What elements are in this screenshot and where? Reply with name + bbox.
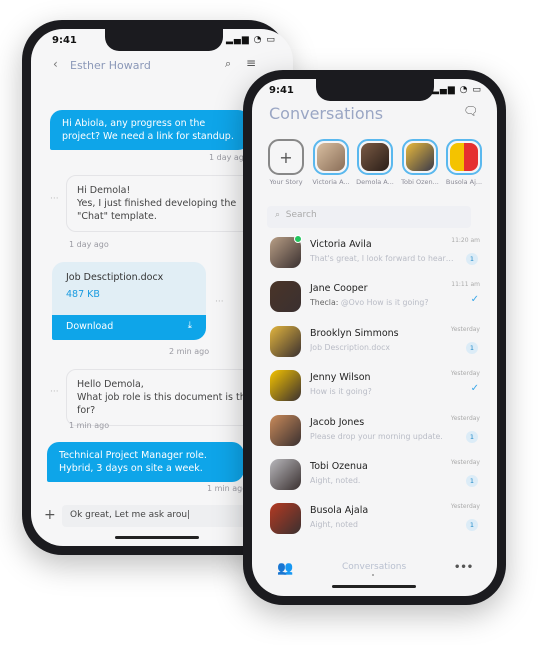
unread-badge: 1: [466, 431, 478, 443]
more-icon[interactable]: ···: [50, 387, 59, 397]
message-out: Technical Project Manager role. Hybrid, 3…: [47, 442, 244, 482]
conversation-row[interactable]: Tobi Ozenua Aight, noted. Yesterday 1: [270, 459, 480, 499]
message-input[interactable]: Ok great, Let me ask arou|: [62, 505, 262, 527]
file-size: 487 KB: [66, 289, 100, 300]
users-icon[interactable]: 👥: [277, 561, 293, 576]
message-preview: Aight, noted: [310, 520, 358, 529]
story-label: Busola Aj...: [445, 178, 483, 186]
timestamp: 2 min ago: [169, 347, 210, 356]
avatar: [270, 281, 301, 312]
plus-icon: +: [279, 148, 293, 167]
message-in: Hi Demola! Yes, I just finished developin…: [66, 175, 266, 232]
contact-name: Jane Cooper: [310, 283, 368, 294]
story-item[interactable]: [402, 139, 438, 175]
story-item[interactable]: [357, 139, 393, 175]
status-time: 9:41: [52, 35, 77, 46]
story-item[interactable]: [313, 139, 349, 175]
story-label: Tobi Ozen...: [401, 178, 439, 186]
message-preview: Please drop your morning update.: [310, 432, 443, 441]
status-icons: ▂▄▆ ◔ ▭: [226, 35, 276, 45]
message-time: Yesterday: [450, 459, 480, 466]
read-check-icon: ✓: [470, 383, 479, 394]
download-icon: ⤓: [187, 320, 192, 331]
unread-badge: 1: [466, 253, 478, 265]
message-time: Yesterday: [450, 503, 480, 510]
avatar: [270, 503, 301, 534]
online-indicator: [294, 235, 302, 243]
more-icon[interactable]: ···: [50, 194, 59, 204]
conversation-row[interactable]: Jacob Jones Please drop your morning upda…: [270, 415, 480, 455]
story-label: Demola A...: [356, 178, 394, 186]
hamburger-icon[interactable]: ≡: [246, 56, 256, 70]
page-title: Conversations: [269, 104, 384, 123]
add-story-button[interactable]: +: [268, 139, 304, 175]
search-icon: ⌕: [275, 210, 281, 220]
back-icon[interactable]: ‹: [53, 57, 58, 71]
contact-name: Jenny Wilson: [310, 372, 371, 383]
message-time: 11:11 am: [451, 281, 480, 288]
contact-name: Brooklyn Simmons: [310, 328, 399, 339]
message-preview: That's great, I look forward to hearing …: [310, 254, 455, 263]
contact-name: Busola Ajala: [310, 505, 369, 516]
contact-name: Esther Howard: [70, 59, 151, 72]
conversation-row[interactable]: Busola Ajala Aight, noted Yesterday 1: [270, 503, 480, 543]
timestamp: 1 day ago: [69, 240, 109, 249]
avatar: [270, 459, 301, 490]
unread-badge: 1: [466, 519, 478, 531]
status-time: 9:41: [269, 85, 294, 96]
tab-conversations[interactable]: Conversations: [342, 562, 406, 572]
read-check-icon: ✓: [470, 294, 479, 305]
search-icon[interactable]: ⌕: [225, 57, 231, 71]
avatar: [270, 415, 301, 446]
avatar: [270, 370, 301, 401]
story-item[interactable]: [446, 139, 482, 175]
unread-badge: 1: [466, 475, 478, 487]
conversation-row[interactable]: Brooklyn Simmons Job Description.docx Yest…: [270, 326, 480, 366]
message-preview: Job Description.docx: [310, 343, 391, 352]
conversation-row[interactable]: Jane Cooper Thecla: @Ovo How is it going?…: [270, 281, 480, 321]
contact-name: Jacob Jones: [310, 417, 365, 428]
message-preview: Thecla: @Ovo How is it going?: [310, 298, 429, 307]
file-attachment: Job Desctiption.docx 487 KB Download ⤓: [52, 262, 206, 340]
status-icons: ▂▄▆ ◔ ▭: [432, 85, 482, 95]
more-icon[interactable]: •••: [454, 562, 473, 573]
message-preview: How is it going?: [310, 387, 372, 396]
message-time: Yesterday: [450, 326, 480, 333]
timestamp: 1 min ago: [207, 484, 248, 493]
story-label: Victoria A...: [312, 178, 350, 186]
plus-icon[interactable]: +: [44, 507, 56, 523]
search-input[interactable]: ⌕ Search: [267, 206, 471, 228]
message-out: Hi Abiola, any progress on the project? W…: [50, 110, 250, 150]
message-time: 11:20 am: [451, 237, 480, 244]
conversation-row[interactable]: Victoria Avila That's great, I look forwa…: [270, 235, 480, 277]
message-time: Yesterday: [450, 415, 480, 422]
contact-name: Tobi Ozenua: [310, 461, 368, 472]
unread-badge: 1: [466, 342, 478, 354]
new-message-icon[interactable]: 🗨: [463, 104, 478, 118]
message-time: Yesterday: [450, 370, 480, 377]
timestamp: 1 min ago: [69, 421, 110, 430]
file-name: Job Desctiption.docx: [66, 272, 164, 283]
contact-name: Victoria Avila: [310, 239, 372, 250]
conversation-row[interactable]: Jenny Wilson How is it going? Yesterday ✓: [270, 370, 480, 410]
avatar: [270, 326, 301, 357]
more-icon[interactable]: ···: [215, 297, 224, 307]
download-button[interactable]: Download ⤓: [52, 315, 206, 340]
story-label: Your Story: [269, 178, 303, 186]
message-preview: Aight, noted.: [310, 476, 361, 485]
